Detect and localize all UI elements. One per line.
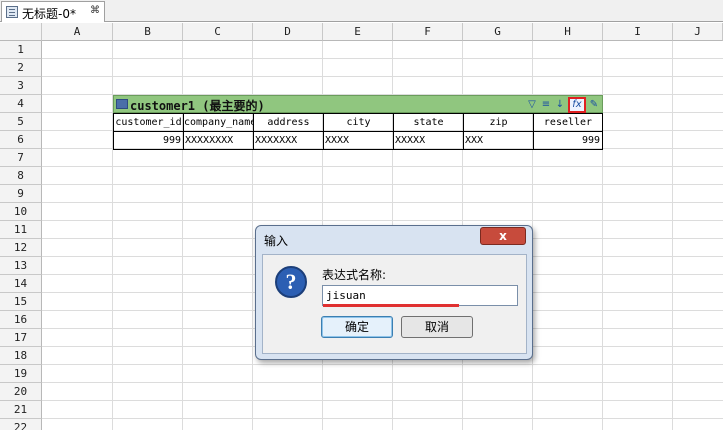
row-header-14[interactable]: 14 (0, 275, 42, 293)
grid-line (42, 202, 723, 203)
dialog-prompt-label: 表达式名称: (322, 268, 387, 282)
row-header-6[interactable]: 6 (0, 131, 42, 149)
column-header-h[interactable]: H (533, 23, 603, 41)
dataset-table: customer_id company_name address city st… (113, 113, 603, 150)
edit-icon[interactable]: ✎ (588, 98, 600, 111)
row-header-16[interactable]: 16 (0, 311, 42, 329)
column-header-d[interactable]: D (253, 23, 323, 41)
fx-icon[interactable]: fx (568, 96, 586, 113)
row-header-10[interactable]: 10 (0, 203, 42, 221)
table-cell[interactable]: XXXXX (394, 132, 464, 150)
table-header-cell[interactable]: company_name (184, 114, 254, 132)
dataset-header-bar[interactable]: customer1 (最主要的) ▽ ≡ ↓ fx ✎ (113, 95, 603, 113)
row-header-5[interactable]: 5 (0, 113, 42, 131)
table-cell[interactable]: XXXX (324, 132, 394, 150)
row-header-1[interactable]: 1 (0, 41, 42, 59)
cancel-button[interactable]: 取消 (401, 316, 473, 338)
column-header-g[interactable]: G (463, 23, 533, 41)
grid-corner[interactable] (0, 23, 42, 41)
dataset-toolbar: ▽ ≡ ↓ fx ✎ (526, 96, 600, 113)
row-header-7[interactable]: 7 (0, 149, 42, 167)
ok-button[interactable]: 确定 (321, 316, 393, 338)
question-icon: ? (275, 266, 307, 298)
input-dialog: 输入 x ? 表达式名称: jisuan 确定 取消 (255, 225, 533, 360)
table-header-cell[interactable]: zip (464, 114, 534, 132)
grid-line (672, 41, 673, 430)
row-header-20[interactable]: 20 (0, 383, 42, 401)
list-icon[interactable]: ≡ (540, 98, 552, 111)
grid-line (42, 220, 723, 221)
grid-line (42, 184, 723, 185)
table-header-cell[interactable]: reseller (534, 114, 603, 132)
filter-icon[interactable]: ▽ (526, 98, 538, 111)
table-cell[interactable]: XXX (464, 132, 534, 150)
tab-untitled[interactable]: 无标题-0* ⌘ (1, 1, 105, 22)
expression-name-input[interactable]: jisuan (322, 285, 518, 306)
column-header-a[interactable]: A (42, 23, 113, 41)
dialog-body: ? 表达式名称: jisuan 确定 取消 (262, 254, 527, 354)
table-header-cell[interactable]: city (324, 114, 394, 132)
grid-line (42, 76, 723, 77)
row-header-21[interactable]: 21 (0, 401, 42, 419)
column-header-e[interactable]: E (323, 23, 393, 41)
dataset-icon (116, 99, 128, 109)
dialog-title: 输入 (264, 234, 289, 248)
column-header-f[interactable]: F (393, 23, 463, 41)
close-tab-icon[interactable]: ⌘ (90, 5, 100, 16)
grid-line (42, 382, 723, 383)
column-header-b[interactable]: B (113, 23, 183, 41)
table-header-cell[interactable]: customer_id (114, 114, 184, 132)
table-cell[interactable]: 999 (114, 132, 184, 150)
row-header-12[interactable]: 12 (0, 239, 42, 257)
row-header-13[interactable]: 13 (0, 257, 42, 275)
grid-line (42, 400, 723, 401)
row-header-3[interactable]: 3 (0, 77, 42, 95)
down-arrow-icon[interactable]: ↓ (554, 98, 566, 111)
grid-line (42, 166, 723, 167)
row-header-18[interactable]: 18 (0, 347, 42, 365)
column-header-c[interactable]: C (183, 23, 253, 41)
table-cell[interactable]: 999 (534, 132, 603, 150)
table-cell[interactable]: XXXXXXX (254, 132, 324, 150)
table-header-cell[interactable]: state (394, 114, 464, 132)
grid-line (42, 58, 723, 59)
grid-line (42, 364, 723, 365)
tab-bar: 无标题-0* ⌘ (0, 0, 723, 22)
table-header-cell[interactable]: address (254, 114, 324, 132)
row-header-11[interactable]: 11 (0, 221, 42, 239)
dataset-title: customer1 (最主要的) (130, 99, 265, 113)
row-header-4[interactable]: 4 (0, 95, 42, 113)
document-icon (6, 6, 18, 18)
column-header-j[interactable]: J (673, 23, 723, 41)
row-header-15[interactable]: 15 (0, 293, 42, 311)
highlight-underline (323, 304, 459, 307)
table-cell[interactable]: XXXXXXXX (184, 132, 254, 150)
dialog-close-button[interactable]: x (480, 227, 526, 245)
row-header-22[interactable]: 22 (0, 419, 42, 430)
row-header-8[interactable]: 8 (0, 167, 42, 185)
row-header-19[interactable]: 19 (0, 365, 42, 383)
row-header-9[interactable]: 9 (0, 185, 42, 203)
grid-line (42, 418, 723, 419)
tab-label: 无标题-0* (22, 7, 76, 21)
row-header-2[interactable]: 2 (0, 59, 42, 77)
row-header-17[interactable]: 17 (0, 329, 42, 347)
column-header-i[interactable]: I (603, 23, 673, 41)
